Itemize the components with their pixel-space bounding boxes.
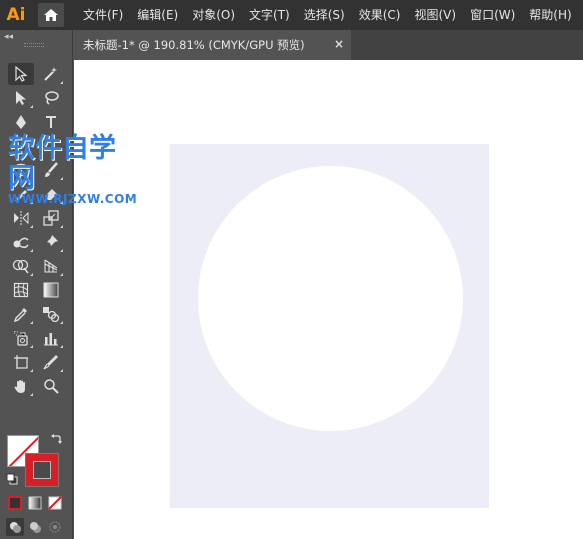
watermark: 软件自学网 WWW.RJZXW.COM bbox=[8, 133, 138, 207]
default-fill-stroke-button[interactable] bbox=[2, 470, 22, 488]
lasso-tool[interactable] bbox=[38, 87, 64, 109]
none-mode-icon bbox=[48, 496, 62, 510]
document-tab-title: 未标题-1* @ 190.81% (CMYK/GPU 预览) bbox=[83, 38, 305, 52]
artboard-icon bbox=[14, 355, 28, 369]
puppet-warp-tool[interactable] bbox=[38, 231, 64, 253]
symbol-sprayer-tool[interactable] bbox=[8, 327, 34, 349]
menu-effect[interactable]: 效果(C) bbox=[352, 0, 408, 30]
home-button[interactable] bbox=[38, 3, 64, 27]
pen-tool[interactable] bbox=[8, 111, 34, 133]
pen-icon bbox=[16, 115, 26, 129]
menu-file[interactable]: 文件(F) bbox=[76, 0, 130, 30]
direct-selection-icon bbox=[16, 91, 26, 105]
swap-arrows-icon bbox=[51, 434, 62, 444]
shape-builder-tool[interactable] bbox=[8, 255, 34, 277]
type-icon bbox=[46, 116, 56, 128]
menu-select[interactable]: 选择(S) bbox=[297, 0, 352, 30]
symbol-sprayer-icon bbox=[14, 331, 28, 346]
watermark-title: 软件自学网 bbox=[8, 133, 116, 194]
artboard-tool[interactable] bbox=[8, 351, 34, 373]
type-tool[interactable] bbox=[38, 111, 64, 133]
selection-arrow-icon bbox=[15, 66, 28, 82]
home-icon bbox=[44, 9, 58, 21]
draw-behind-button[interactable] bbox=[26, 518, 44, 536]
watermark-url: WWW.RJZXW.COM bbox=[8, 192, 138, 206]
blend-icon bbox=[43, 307, 60, 322]
panel-grip[interactable] bbox=[24, 43, 44, 47]
perspective-grid-icon bbox=[44, 259, 58, 273]
zoom-tool[interactable] bbox=[38, 375, 64, 397]
lasso-icon bbox=[45, 91, 59, 105]
reflect-icon bbox=[14, 211, 29, 225]
app-logo: Ai bbox=[6, 5, 26, 25]
warp-icon bbox=[13, 237, 29, 249]
direct-selection-tool[interactable] bbox=[8, 87, 34, 109]
stroke-swatch[interactable] bbox=[25, 453, 59, 487]
eyedropper-tool[interactable] bbox=[8, 303, 34, 325]
hand-icon bbox=[14, 380, 25, 393]
column-graph-tool[interactable] bbox=[38, 327, 64, 349]
blend-tool[interactable] bbox=[38, 303, 64, 325]
perspective-grid-tool[interactable] bbox=[38, 255, 64, 277]
menu-object[interactable]: 对象(O) bbox=[185, 0, 242, 30]
gradient-mode-button[interactable] bbox=[26, 494, 44, 512]
scale-icon bbox=[43, 210, 59, 226]
menu-bar: Ai 文件(F) 编辑(E) 对象(O) 文字(T) 选择(S) 效果(C) 视… bbox=[0, 0, 583, 30]
knife-icon bbox=[43, 355, 58, 370]
document-tab[interactable]: 未标题-1* @ 190.81% (CMYK/GPU 预览) × bbox=[73, 30, 351, 60]
menu-help[interactable]: 帮助(H) bbox=[522, 0, 578, 30]
eyedropper-icon bbox=[13, 308, 27, 322]
warp-tool[interactable] bbox=[8, 231, 34, 253]
gradient-mode-icon bbox=[28, 496, 42, 510]
menu-type[interactable]: 文字(T) bbox=[242, 0, 297, 30]
magnifier-icon bbox=[44, 379, 59, 394]
reflect-tool[interactable] bbox=[8, 207, 34, 229]
draw-inside-icon bbox=[49, 521, 61, 533]
gradient-tool[interactable] bbox=[38, 279, 64, 301]
menu-view[interactable]: 视图(V) bbox=[407, 0, 463, 30]
mesh-icon bbox=[13, 282, 29, 298]
canvas[interactable] bbox=[74, 60, 583, 539]
pin-icon bbox=[45, 235, 58, 248]
menu-items: 文件(F) 编辑(E) 对象(O) 文字(T) 选择(S) 效果(C) 视图(V… bbox=[76, 0, 579, 30]
scale-tool[interactable] bbox=[38, 207, 64, 229]
swap-fill-stroke-button[interactable] bbox=[46, 430, 66, 448]
column-graph-icon bbox=[44, 333, 58, 346]
gradient-icon bbox=[43, 282, 59, 298]
color-mode-button[interactable] bbox=[6, 494, 24, 512]
menu-window[interactable]: 窗口(W) bbox=[463, 0, 522, 30]
draw-normal-button[interactable] bbox=[6, 518, 24, 536]
illustrator-window: Ai 文件(F) 编辑(E) 对象(O) 文字(T) 选择(S) 效果(C) 视… bbox=[0, 0, 583, 539]
mesh-tool[interactable] bbox=[8, 279, 34, 301]
document-tab-bar: 未标题-1* @ 190.81% (CMYK/GPU 预览) × bbox=[73, 30, 583, 60]
artboard[interactable] bbox=[170, 144, 489, 508]
hand-tool[interactable] bbox=[8, 375, 34, 397]
none-mode-button[interactable] bbox=[46, 494, 64, 512]
color-mode-icon bbox=[8, 496, 22, 510]
draw-normal-icon bbox=[10, 522, 21, 533]
circle-shape[interactable] bbox=[198, 166, 463, 431]
draw-inside-button[interactable] bbox=[46, 518, 64, 536]
shape-builder-icon bbox=[12, 259, 29, 274]
tools-panel: ◂◂ 软件自学网 WWW.RJZXW.COM bbox=[0, 30, 137, 539]
draw-behind-icon bbox=[30, 522, 41, 533]
magic-wand-tool[interactable] bbox=[38, 63, 64, 85]
menu-edit[interactable]: 编辑(E) bbox=[130, 0, 185, 30]
default-colors-icon bbox=[6, 473, 18, 485]
stroke-swatch-inner bbox=[33, 461, 51, 479]
slice-tool[interactable] bbox=[38, 351, 64, 373]
selection-tool[interactable] bbox=[8, 63, 34, 85]
collapse-panel-icon[interactable]: ◂◂ bbox=[4, 32, 13, 42]
magic-wand-icon bbox=[44, 67, 57, 81]
close-icon[interactable]: × bbox=[334, 37, 344, 51]
